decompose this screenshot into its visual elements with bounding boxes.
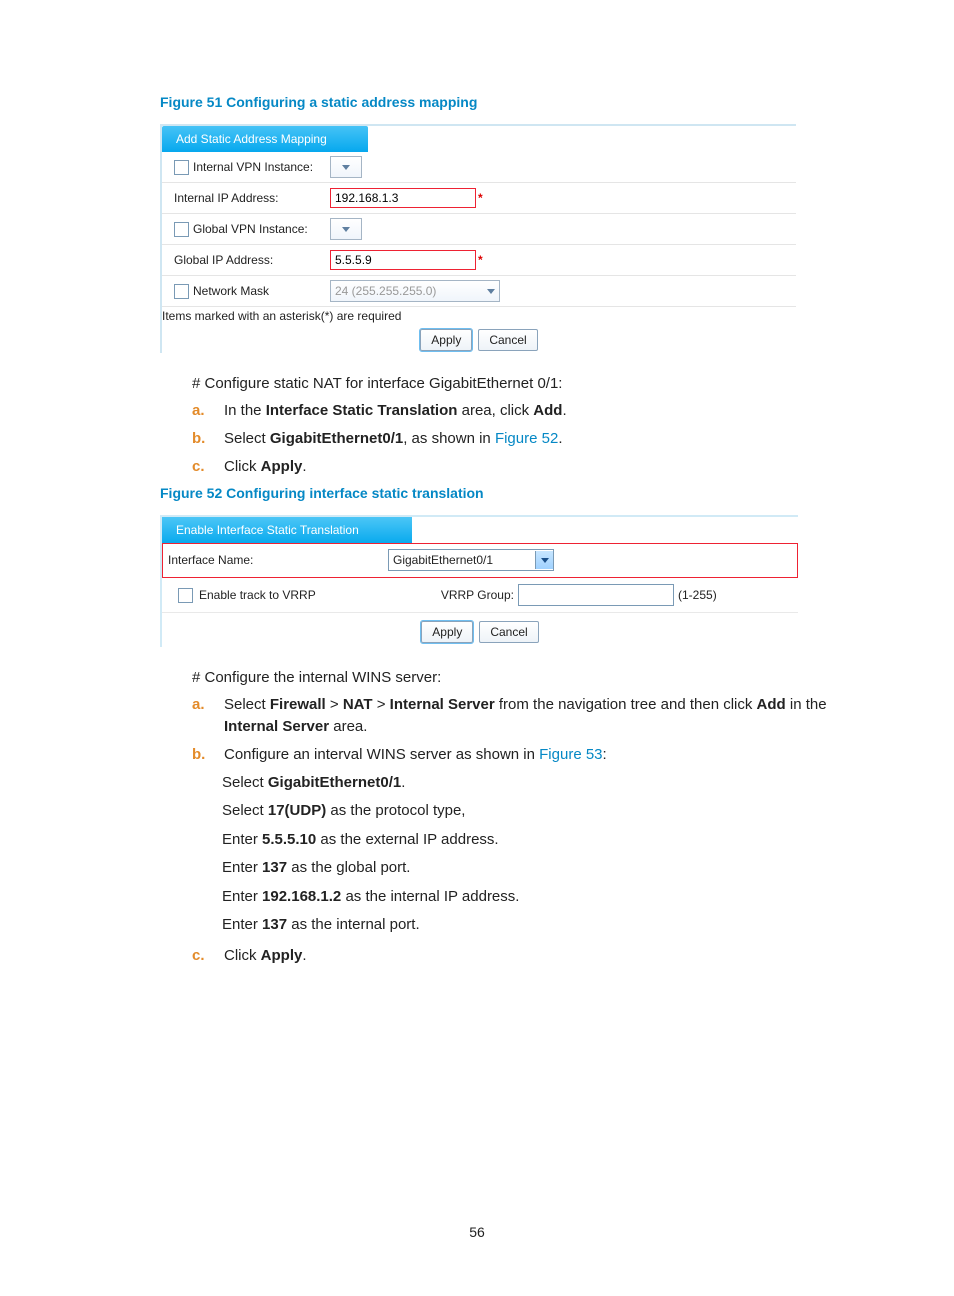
required-asterisk: * [478,191,483,205]
required-note: Items marked with an asterisk(*) are req… [162,307,796,323]
substep-2: Select 17(UDP) as the protocol type, [222,800,836,823]
netmask-value: 24 (255.255.255.0) [335,284,436,298]
global-vpn-label: Global VPN Instance: [193,222,308,236]
global-ip-input[interactable] [330,250,476,270]
chevron-down-icon [535,551,553,569]
vrrp-label: Enable track to VRRP [199,588,316,602]
row-internal-ip: Internal IP Address: * [162,183,796,214]
fig51-form: Add Static Address Mapping Internal VPN … [160,124,796,353]
apply-button[interactable]: Apply [421,621,473,643]
cancel-button[interactable]: Cancel [478,329,537,351]
interface-name-value: GigabitEthernet0/1 [393,553,493,567]
substep-1: Select GigabitEthernet0/1. [222,772,836,795]
fig51-header: Add Static Address Mapping [162,126,368,152]
step2-c: c.Click Apply. [192,945,836,967]
chevron-down-icon [342,165,350,170]
vrrp-group-input[interactable] [518,584,674,606]
global-vpn-checkbox[interactable] [174,222,189,237]
cancel-button[interactable]: Cancel [479,621,538,643]
internal-vpn-label: Internal VPN Instance: [193,160,313,174]
instruction-text-2: # Configure the internal WINS server: [192,669,836,686]
figure-53-link[interactable]: Figure 53 [539,746,602,763]
vrrp-group-label: VRRP Group: [388,588,518,602]
row-global-ip: Global IP Address: * [162,245,796,276]
row-vrrp: Enable track to VRRP VRRP Group: (1-255) [162,578,798,613]
substep-5: Enter 192.168.1.2 as the internal IP add… [222,886,836,909]
netmask-checkbox[interactable] [174,284,189,299]
interface-name-dropdown[interactable]: GigabitEthernet0/1 [388,549,554,571]
figure-52-link[interactable]: Figure 52 [495,430,558,447]
netmask-label: Network Mask [193,284,269,298]
vrrp-hint: (1-255) [678,588,717,602]
global-ip-label: Global IP Address: [174,253,273,267]
instruction-text-1: # Configure static NAT for interface Gig… [192,375,836,392]
step-c: c.Click Apply. [192,456,836,478]
row-internal-vpn: Internal VPN Instance: [162,152,796,183]
substep-4: Enter 137 as the global port. [222,857,836,880]
required-asterisk: * [478,253,483,267]
row-global-vpn: Global VPN Instance: [162,214,796,245]
internal-ip-label: Internal IP Address: [174,191,279,205]
fig52-form: Enable Interface Static Translation Inte… [160,515,798,647]
substep-6: Enter 137 as the internal port. [222,914,836,937]
chevron-down-icon [487,289,495,294]
chevron-down-icon [342,227,350,232]
row-netmask: Network Mask 24 (255.255.255.0) [162,276,796,307]
step-b: b.Select GigabitEthernet0/1, as shown in… [192,428,836,450]
step-a: a.In the Interface Static Translation ar… [192,400,836,422]
internal-vpn-checkbox[interactable] [174,160,189,175]
fig52-header: Enable Interface Static Translation [162,517,412,543]
figure-51-title: Figure 51 Configuring a static address m… [160,94,836,110]
global-vpn-dropdown[interactable] [330,218,362,240]
substep-3: Enter 5.5.5.10 as the external IP addres… [222,829,836,852]
interface-name-label: Interface Name: [168,553,253,567]
apply-button[interactable]: Apply [420,329,472,351]
internal-ip-input[interactable] [330,188,476,208]
vrrp-checkbox[interactable] [178,588,193,603]
internal-vpn-dropdown[interactable] [330,156,362,178]
step2-a: a.Select Firewall > NAT > Internal Serve… [192,694,836,738]
netmask-dropdown[interactable]: 24 (255.255.255.0) [330,280,500,302]
step2-b: b.Configure an interval WINS server as s… [192,744,836,766]
page-number: 56 [0,1224,954,1240]
figure-52-title: Figure 52 Configuring interface static t… [160,485,836,501]
row-interface-name: Interface Name: GigabitEthernet0/1 [162,543,798,578]
